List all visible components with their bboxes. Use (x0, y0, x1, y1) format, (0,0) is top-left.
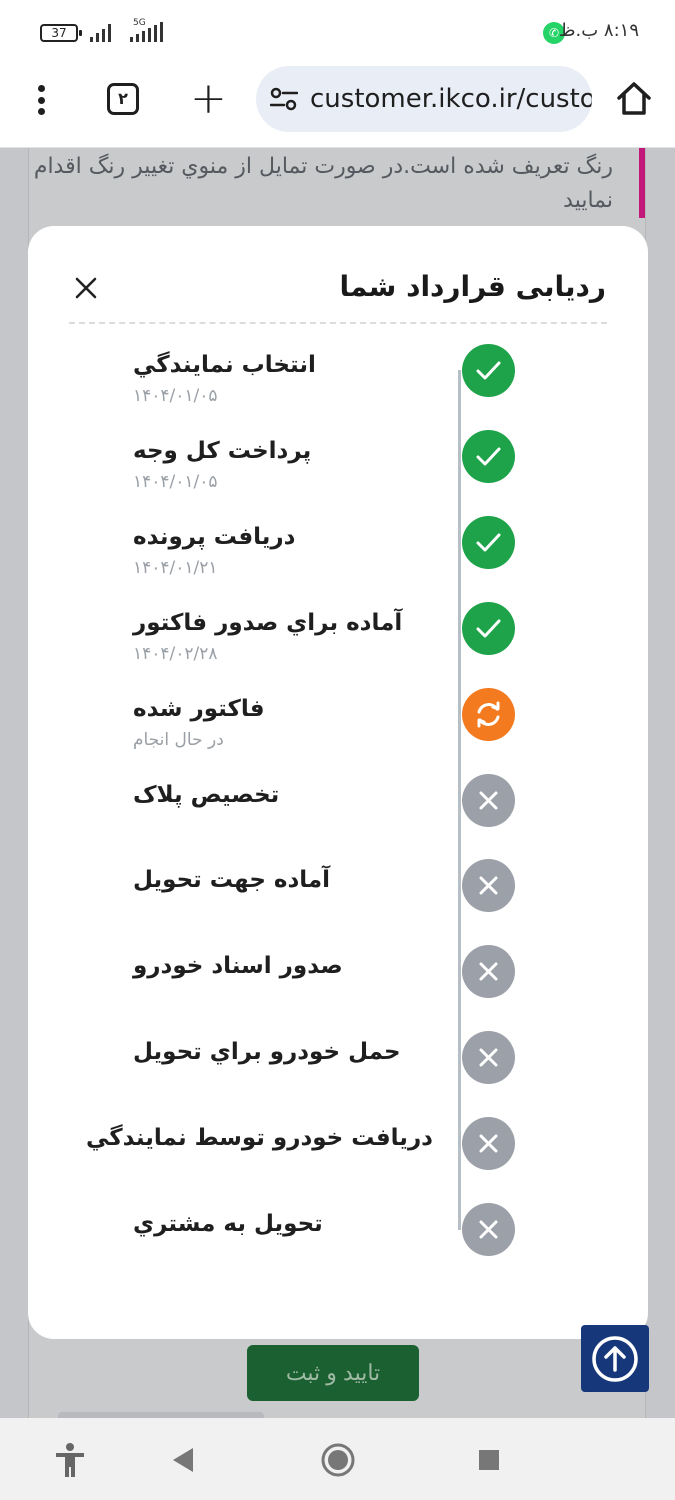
step-date: در حال انجام (133, 730, 224, 750)
step-label: تحویل به مشتري (133, 1211, 323, 1237)
timeline-step: صدور اسناد خودرو (0, 945, 675, 1005)
battery-level: 37 (51, 26, 67, 40)
x-icon (479, 1220, 498, 1239)
step-label: آماده جهت تحویل (133, 867, 331, 893)
x-icon (479, 962, 498, 981)
x-icon (479, 1134, 498, 1153)
modal-divider (69, 322, 607, 324)
tab-switcher-button[interactable]: ۲ (107, 83, 139, 115)
system-nav-bar (0, 1418, 675, 1500)
x-icon (479, 1048, 498, 1067)
timeline-step: آماده جهت تحویل (0, 859, 675, 919)
color-notice: رنگ تعریف شده است.در صورت تمایل از منوي … (33, 154, 613, 213)
home-icon[interactable] (614, 78, 654, 118)
timeline-step: تخصیص پلاک (0, 774, 675, 834)
step-status-done (462, 430, 515, 483)
timeline-step: دریافت خودرو توسط نمايندگي (0, 1117, 675, 1177)
step-status-done (462, 602, 515, 655)
step-date: ۱۴۰۴/۰۲/۲۸ (133, 644, 218, 664)
step-label: دریافت خودرو توسط نمايندگي (85, 1125, 433, 1151)
check-icon (476, 619, 501, 638)
step-date: ۱۴۰۴/۰۱/۲۱ (133, 558, 218, 578)
step-label: دریافت پرونده (133, 524, 296, 550)
timeline-step: تحویل به مشتري (0, 1203, 675, 1263)
url-text: customer.ikco.ir/customer (310, 84, 592, 114)
step-label: انتخاب نمايندگي (133, 352, 316, 378)
tab-count: ۲ (118, 89, 128, 108)
status-time: ۸:۱۹ ب.ظ (558, 20, 639, 41)
check-icon (476, 533, 501, 552)
step-label: تخصیص پلاک (133, 782, 280, 808)
home-nav-icon[interactable] (318, 1440, 358, 1480)
step-status-in-progress (462, 688, 515, 741)
timeline-step: دریافت پرونده ۱۴۰۴/۰۱/۲۱ (0, 516, 675, 578)
step-label: صدور اسناد خودرو (133, 953, 343, 979)
step-date: ۱۴۰۴/۰۱/۰۵ (133, 386, 218, 406)
refresh-icon (477, 701, 500, 728)
site-settings-icon[interactable] (270, 87, 298, 111)
status-bar: 37 5G ✆ ۸:۱۹ ب.ظ (0, 0, 675, 64)
timeline-step: حمل خودرو براي تحویل (0, 1031, 675, 1091)
step-label: فاکتور شده (133, 696, 265, 722)
scroll-top-button[interactable] (581, 1325, 649, 1392)
step-status-done (462, 344, 515, 397)
back-icon[interactable] (163, 1440, 203, 1480)
step-status-pending (462, 1117, 515, 1170)
step-label: حمل خودرو براي تحویل (133, 1039, 401, 1065)
accessibility-icon[interactable] (50, 1440, 90, 1480)
timeline-step: انتخاب نمايندگي ۱۴۰۴/۰۱/۰۵ (0, 344, 675, 406)
battery-icon: 37 (40, 24, 82, 42)
confirm-submit-button[interactable]: تایید و ثبت (247, 1345, 419, 1401)
step-status-pending (462, 774, 515, 827)
step-status-pending (462, 1031, 515, 1084)
timeline-step: پرداخت کل وجه ۱۴۰۴/۰۱/۰۵ (0, 430, 675, 492)
browser-toolbar: ۲ + customer.ikco.ir/customer (0, 64, 675, 148)
arrow-up-icon (592, 1336, 638, 1382)
check-icon (476, 447, 501, 466)
timeline-step: آماده براي صدور فاکتور ۱۴۰۴/۰۲/۲۸ (0, 602, 675, 664)
more-menu-icon[interactable] (28, 82, 54, 118)
new-tab-icon[interactable]: + (190, 74, 227, 124)
x-icon (479, 876, 498, 895)
step-status-done (462, 516, 515, 569)
step-label: پرداخت کل وجه (133, 438, 312, 464)
x-icon (479, 791, 498, 810)
timeline-step: فاکتور شده در حال انجام (0, 688, 675, 750)
step-status-pending (462, 1203, 515, 1256)
step-status-pending (462, 945, 515, 998)
close-icon[interactable] (70, 272, 102, 304)
recents-icon[interactable] (469, 1440, 509, 1480)
check-icon (476, 361, 501, 380)
signal-icon (90, 22, 111, 42)
modal-title: ردیابی قرارداد شما (339, 270, 606, 303)
notice-accent (639, 148, 645, 218)
step-label: آماده براي صدور فاکتور (133, 610, 403, 636)
signal-5g-icon (130, 22, 163, 42)
step-status-pending (462, 859, 515, 912)
address-bar[interactable]: customer.ikco.ir/customer (256, 66, 592, 132)
step-date: ۱۴۰۴/۰۱/۰۵ (133, 472, 218, 492)
